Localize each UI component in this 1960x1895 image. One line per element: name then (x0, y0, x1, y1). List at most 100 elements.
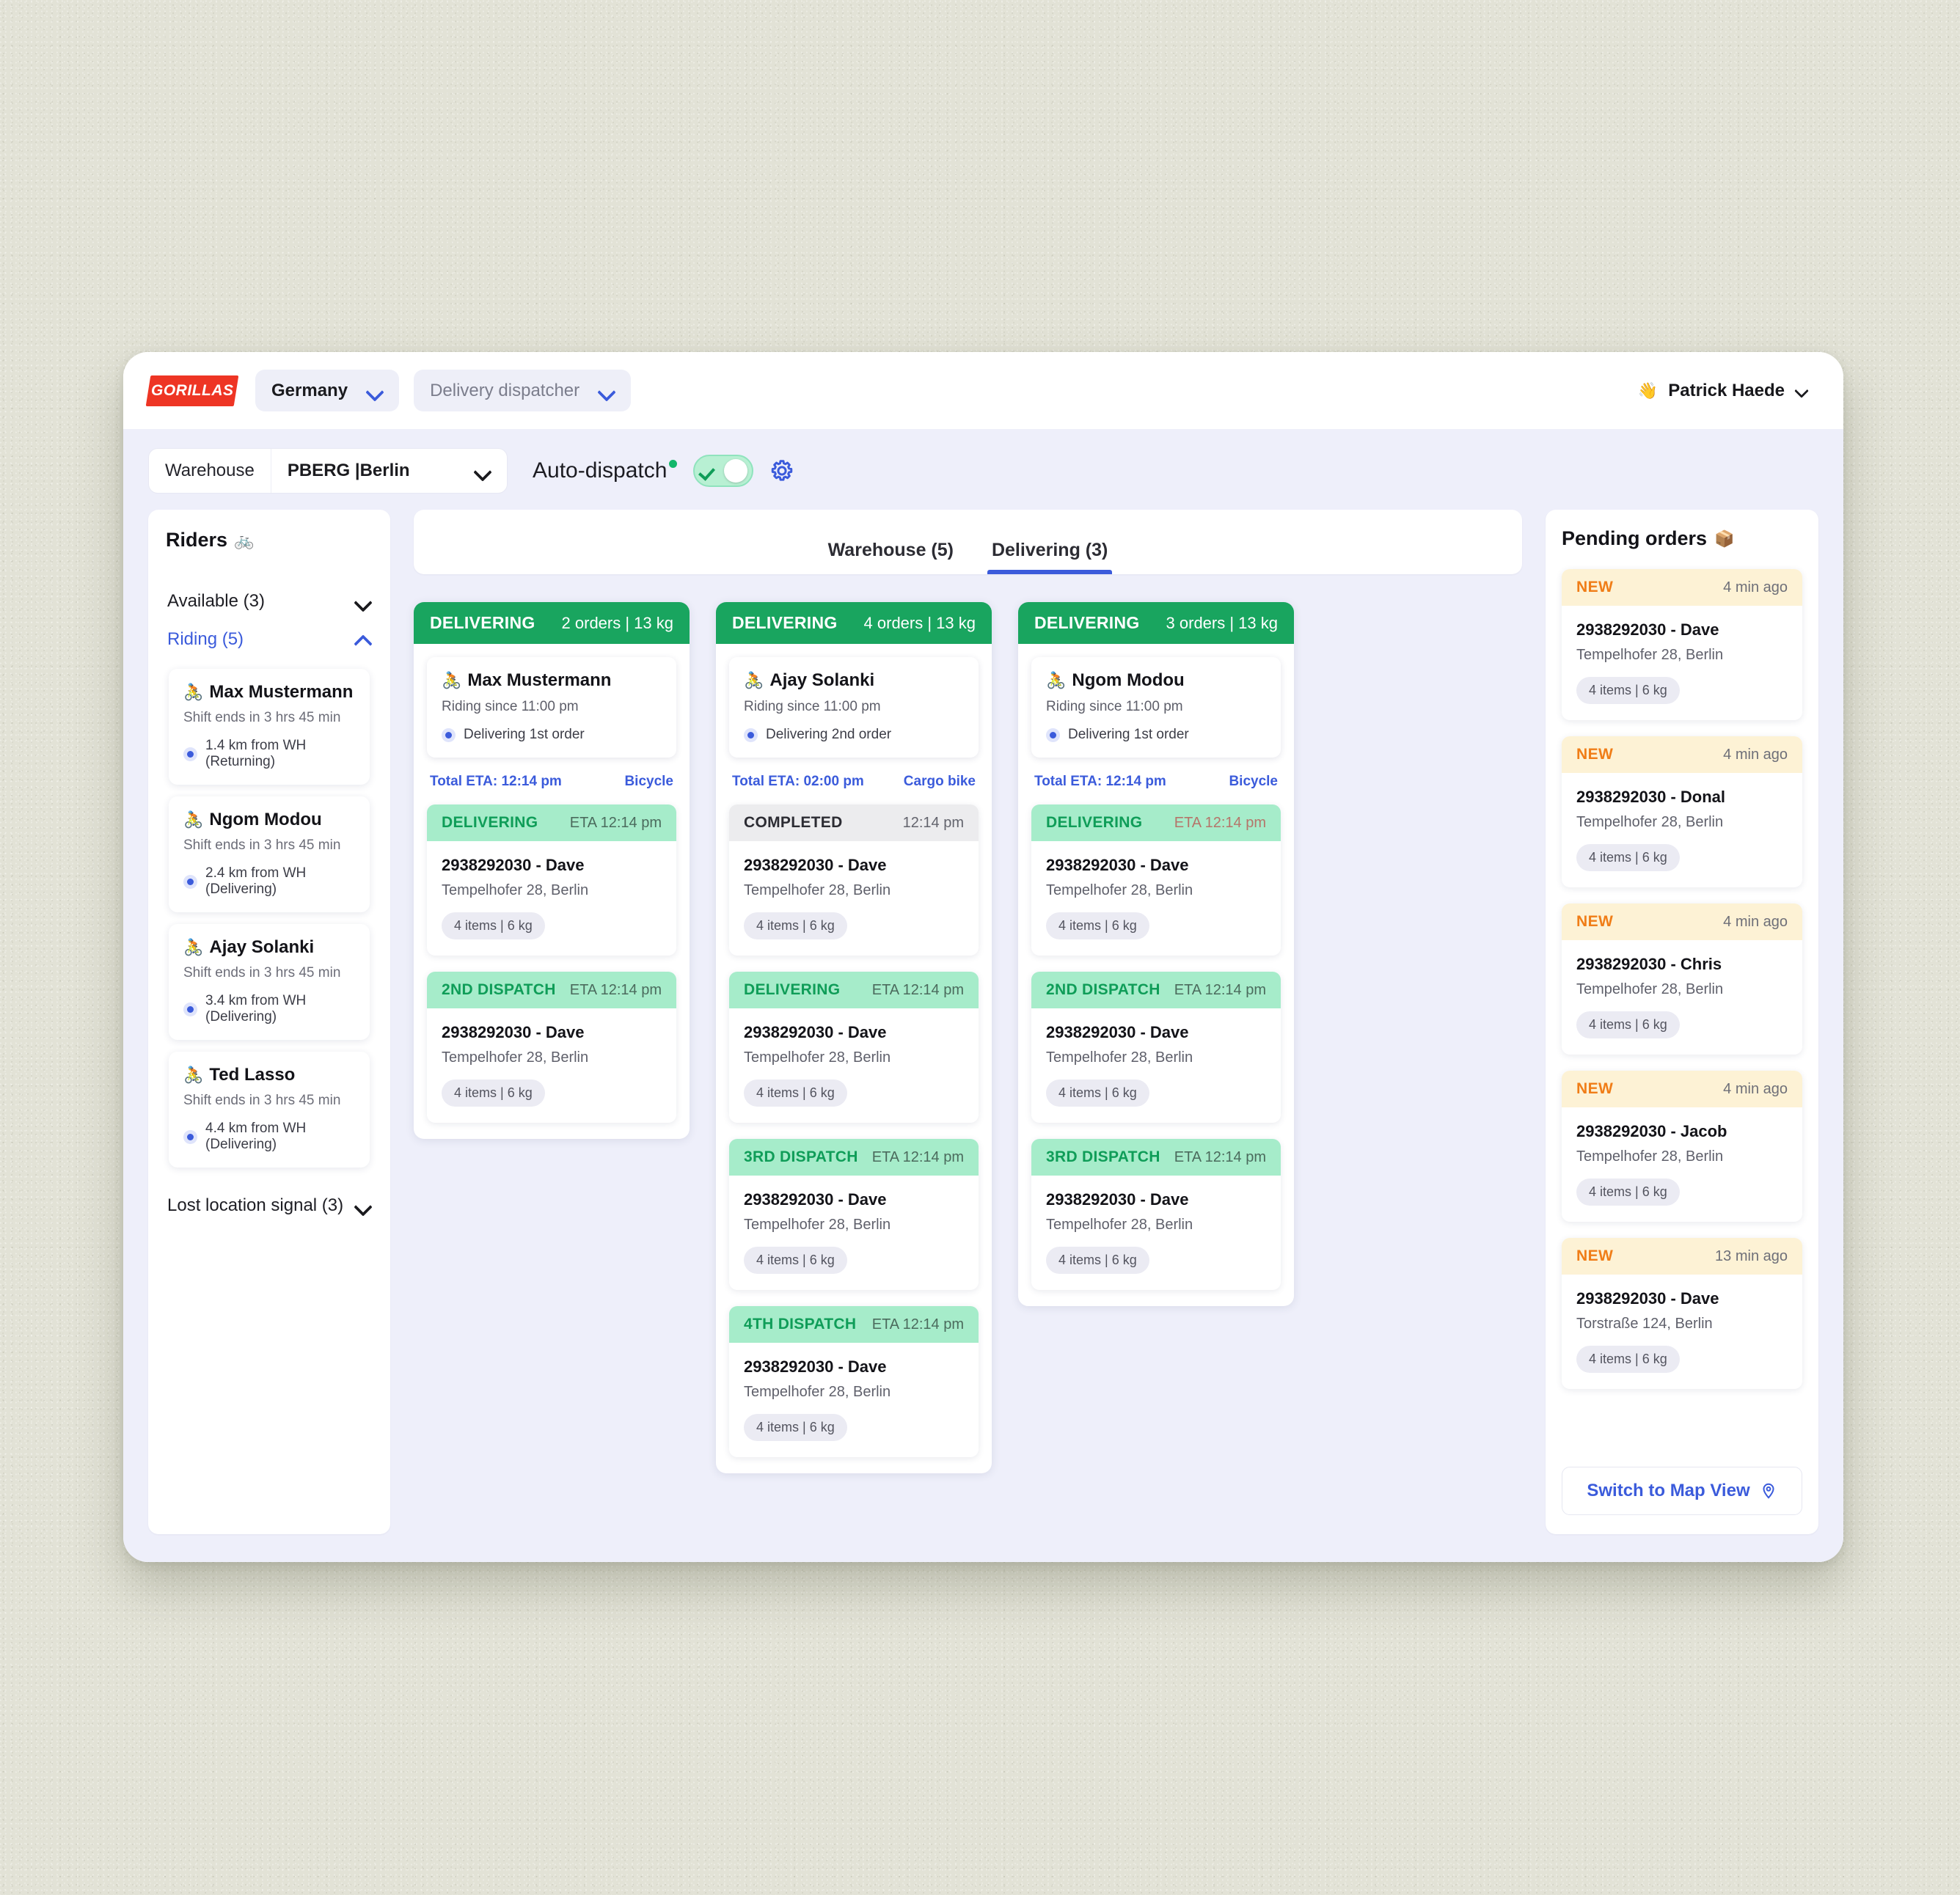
delivery-card[interactable]: DELIVERING 3 orders | 13 kg 🚴 Ngom Modou… (1018, 602, 1294, 1306)
order-chip: 4 items | 6 kg (442, 912, 545, 939)
pending-order-age: 4 min ago (1723, 746, 1788, 763)
riders-group-label: Lost location signal (3) (167, 1195, 344, 1215)
cyclist-icon: 🚴 (744, 671, 764, 689)
tab-delivering[interactable]: Delivering (3) (987, 540, 1113, 574)
total-eta-row: Total ETA: 02:00 pm Cargo bike (729, 758, 979, 804)
pending-order-age: 4 min ago (1723, 1080, 1788, 1097)
auto-dispatch-toggle[interactable] (693, 455, 754, 487)
list-item[interactable]: 🚴 Ajay Solanki Shift ends in 3 hrs 45 mi… (169, 924, 370, 1040)
order-id: 2938292030 - Dave (1046, 856, 1189, 874)
role-select[interactable]: Delivery dispatcher (414, 370, 632, 411)
pending-order-body: 2938292030 - Dave Tempelhofer 28, Berlin… (1562, 606, 1802, 720)
dispatch-block[interactable]: DELIVERING ETA 12:14 pm 2938292030 - Dav… (1031, 804, 1281, 956)
pending-order[interactable]: NEW 4 min ago 2938292030 - Jacob Tempelh… (1562, 1071, 1802, 1222)
country-select[interactable]: Germany (255, 370, 400, 411)
cyclist-icon: 🚴 (183, 810, 204, 829)
riders-group-lost-signal[interactable]: Lost location signal (3) (166, 1187, 373, 1225)
rider-name: Ngom Modou (209, 810, 322, 829)
rider-name-row: 🚴 Ted Lasso (183, 1065, 355, 1085)
top-bar: GORILLAS Germany Delivery dispatcher 👋 P… (123, 352, 1843, 429)
rider-name-row: 🚴 Max Mustermann (442, 670, 662, 691)
dispatch-header: COMPLETED 12:14 pm (729, 804, 979, 841)
order-id: 2938292030 - Chris (1576, 955, 1722, 973)
board-tabs: Warehouse (5) Delivering (3) (414, 510, 1522, 574)
location-dot-icon (183, 1129, 197, 1144)
dispatch-block[interactable]: DELIVERING ETA 12:14 pm 2938292030 - Dav… (729, 972, 979, 1123)
order-chip: 4 items | 6 kg (1576, 1011, 1680, 1038)
rider-distance-row: 1.4 km from WH (Returning) (183, 738, 355, 770)
order-id: 2938292030 - Dave (744, 1190, 887, 1209)
riders-group-label: Riding (5) (167, 629, 244, 649)
dispatch-time: ETA 12:14 pm (1174, 1148, 1266, 1165)
list-item[interactable]: 🚴 Max Mustermann Shift ends in 3 hrs 45 … (169, 669, 370, 785)
order-id: 2938292030 - Dave (442, 1023, 585, 1041)
cyclist-icon: 🚴 (442, 671, 462, 689)
dispatch-block[interactable]: COMPLETED 12:14 pm 2938292030 - Dave Tem… (729, 804, 979, 956)
app-window: GORILLAS Germany Delivery dispatcher 👋 P… (123, 352, 1843, 1562)
warehouse-value[interactable]: PBERG |Berlin (271, 449, 507, 493)
assigned-rider: 🚴 Max Mustermann Riding since 11:00 pm D… (427, 657, 676, 758)
order-address: Tempelhofer 28, Berlin (744, 1217, 891, 1233)
list-item[interactable]: 🚴 Ted Lasso Shift ends in 3 hrs 45 min 4… (169, 1052, 370, 1168)
dispatch-block[interactable]: 3RD DISPATCH ETA 12:14 pm 2938292030 - D… (1031, 1139, 1281, 1290)
dispatch-block[interactable]: 4TH DISPATCH ETA 12:14 pm 2938292030 - D… (729, 1306, 979, 1457)
total-eta: Total ETA: 12:14 pm (1034, 774, 1166, 789)
delivery-card[interactable]: DELIVERING 2 orders | 13 kg 🚴 Max Muster… (414, 602, 690, 1139)
pending-order[interactable]: NEW 4 min ago 2938292030 - Donal Tempelh… (1562, 736, 1802, 887)
pending-order[interactable]: NEW 4 min ago 2938292030 - Chris Tempelh… (1562, 903, 1802, 1055)
delivery-card[interactable]: DELIVERING 4 orders | 13 kg 🚴 Ajay Solan… (716, 602, 992, 1473)
cyclist-icon: 🚴 (183, 683, 204, 701)
rider-distance-row: 3.4 km from WH (Delivering) (183, 993, 355, 1025)
order-id: 2938292030 - Dave (1576, 1289, 1719, 1308)
switch-to-map-view-button[interactable]: Switch to Map View (1562, 1467, 1802, 1515)
dispatch-header: 3RD DISPATCH ETA 12:14 pm (1031, 1139, 1281, 1176)
pending-title-text: Pending orders (1562, 527, 1708, 549)
pending-order-age: 4 min ago (1723, 913, 1788, 930)
rider-distance: 1.4 km from WH (Returning) (205, 738, 307, 769)
location-dot-icon (183, 747, 197, 761)
pending-order[interactable]: NEW 4 min ago 2938292030 - Dave Tempelho… (1562, 569, 1802, 720)
delivery-card-body: 🚴 Ngom Modou Riding since 11:00 pm Deliv… (1018, 644, 1294, 1306)
gorillas-logo: GORILLAS (145, 375, 239, 406)
dispatch-label: 3RD DISPATCH (1046, 1148, 1160, 1165)
rider-name-row: 🚴 Ajay Solanki (183, 937, 355, 958)
list-item[interactable]: 🚴 Ngom Modou Shift ends in 3 hrs 45 min … (169, 796, 370, 912)
order-id: 2938292030 - Dave (1046, 1023, 1189, 1041)
rider-name: Ngom Modou (1072, 670, 1185, 690)
rider-distance: 4.4 km from WH (Delivering) (205, 1121, 307, 1152)
riders-group-available[interactable]: Available (3) (166, 582, 373, 620)
assigned-rider: 🚴 Ngom Modou Riding since 11:00 pm Deliv… (1031, 657, 1281, 758)
location-dot-icon (183, 874, 197, 889)
dispatch-body: 2938292030 - Dave Tempelhofer 28, Berlin… (1031, 1176, 1281, 1290)
dispatch-body: 2938292030 - Dave Tempelhofer 28, Berlin… (729, 841, 979, 956)
order-address: Tempelhofer 28, Berlin (744, 1049, 891, 1066)
dispatch-block[interactable]: DELIVERING ETA 12:14 pm 2938292030 - Dav… (427, 804, 676, 956)
dispatch-block[interactable]: 3RD DISPATCH ETA 12:14 pm 2938292030 - D… (729, 1139, 979, 1290)
main-content: Riders 🚲 Available (3) Riding (5) 🚴 Max … (123, 510, 1843, 1562)
status-badge: NEW (1576, 746, 1614, 763)
dispatch-body: 2938292030 - Dave Tempelhofer 28, Berlin… (729, 1008, 979, 1123)
status-badge: NEW (1576, 913, 1614, 930)
dispatch-header: 2ND DISPATCH ETA 12:14 pm (1031, 972, 1281, 1008)
dispatch-body: 2938292030 - Dave Tempelhofer 28, Berlin… (427, 1008, 676, 1123)
gear-icon[interactable] (769, 458, 794, 483)
tab-warehouse[interactable]: Warehouse (5) (828, 540, 954, 574)
order-address: Tempelhofer 28, Berlin (1046, 1049, 1193, 1066)
dispatch-block[interactable]: 2ND DISPATCH ETA 12:14 pm 2938292030 - D… (1031, 972, 1281, 1123)
dispatch-block[interactable]: 2ND DISPATCH ETA 12:14 pm 2938292030 - D… (427, 972, 676, 1123)
riders-group-riding[interactable]: Riding (5) (166, 620, 373, 659)
delivery-card-header: DELIVERING 4 orders | 13 kg (716, 602, 992, 644)
warehouse-selector[interactable]: Warehouse PBERG |Berlin (148, 448, 508, 494)
pending-order-body: 2938292030 - Chris Tempelhofer 28, Berli… (1562, 940, 1802, 1055)
order-address: Tempelhofer 28, Berlin (1576, 814, 1724, 830)
logo-text: GORILLAS (150, 381, 234, 399)
dispatch-header: 3RD DISPATCH ETA 12:14 pm (729, 1139, 979, 1176)
chevron-down-icon (355, 1198, 371, 1214)
delivery-card-body: 🚴 Max Mustermann Riding since 11:00 pm D… (414, 644, 690, 1139)
rider-shift: Shift ends in 3 hrs 45 min (183, 837, 341, 853)
dispatch-header: 2ND DISPATCH ETA 12:14 pm (427, 972, 676, 1008)
dispatch-header: DELIVERING ETA 12:14 pm (1031, 804, 1281, 841)
pending-order[interactable]: NEW 13 min ago 2938292030 - Dave Torstra… (1562, 1238, 1802, 1389)
rider-shift: Shift ends in 3 hrs 45 min (183, 710, 341, 725)
user-menu[interactable]: 👋 Patrick Haede (1638, 381, 1818, 401)
